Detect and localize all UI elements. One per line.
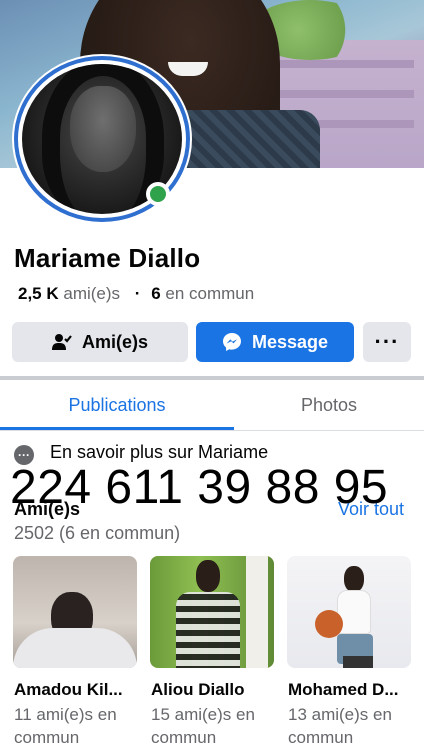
mutual-count-label: en commun (165, 284, 255, 303)
online-status-icon (146, 182, 170, 206)
friends-section-subtitle: 2502 (6 en commun) (14, 523, 181, 543)
friend-counts[interactable]: 2,5 K ami(e)s · 6 en commun (18, 284, 254, 304)
tab-publications-label: Publications (68, 394, 166, 415)
friend-card-photo[interactable] (150, 556, 274, 668)
friend-card-name[interactable]: Mohamed D... (288, 680, 412, 700)
more-options-label: ··· (374, 329, 400, 354)
friends-button[interactable]: Ami(e)s (12, 322, 188, 362)
friend-card-name[interactable]: Aliou Diallo (151, 680, 275, 700)
message-button-label: Message (251, 331, 329, 352)
friend-card-photo[interactable] (13, 556, 137, 668)
friend-card-photo[interactable] (287, 556, 411, 668)
friend-card-mutual: 11 ami(e)s en commun (14, 705, 117, 746)
tabs-divider (0, 430, 424, 431)
friends-button-label: Ami(e)s (81, 331, 148, 352)
profile-name: Mariame Diallo (14, 243, 201, 273)
friend-photo-stool (343, 656, 373, 668)
friend-photo-person (344, 566, 364, 592)
friend-photo-clothing (176, 592, 240, 668)
message-button[interactable]: Message (196, 322, 354, 362)
friends-count: 2,5 K (18, 284, 59, 303)
friend-card-mutual: 15 ami(e)s en commun (151, 705, 255, 746)
basketball-icon (315, 610, 343, 638)
person-check-icon (51, 334, 72, 350)
tab-photos[interactable]: Photos (234, 380, 424, 430)
mutual-count: 6 (151, 284, 161, 303)
more-options-button[interactable]: ··· (363, 322, 411, 362)
friend-photo-person (196, 560, 220, 592)
tab-publications[interactable]: Publications (0, 380, 234, 430)
friend-photo-background (246, 556, 268, 668)
phone-number-overlay: 224 611 39 88 95 (10, 461, 389, 514)
friend-photo-clothing (13, 628, 137, 668)
separator-dot: · (134, 284, 141, 303)
friends-count-label: ami(e)s (63, 284, 121, 303)
avatar-face (70, 86, 136, 172)
friend-card-mutual: 13 ami(e)s en commun (288, 705, 392, 746)
messenger-icon (222, 333, 241, 351)
tab-photos-label: Photos (300, 394, 358, 415)
friend-card-name[interactable]: Amadou Kil... (14, 680, 138, 700)
